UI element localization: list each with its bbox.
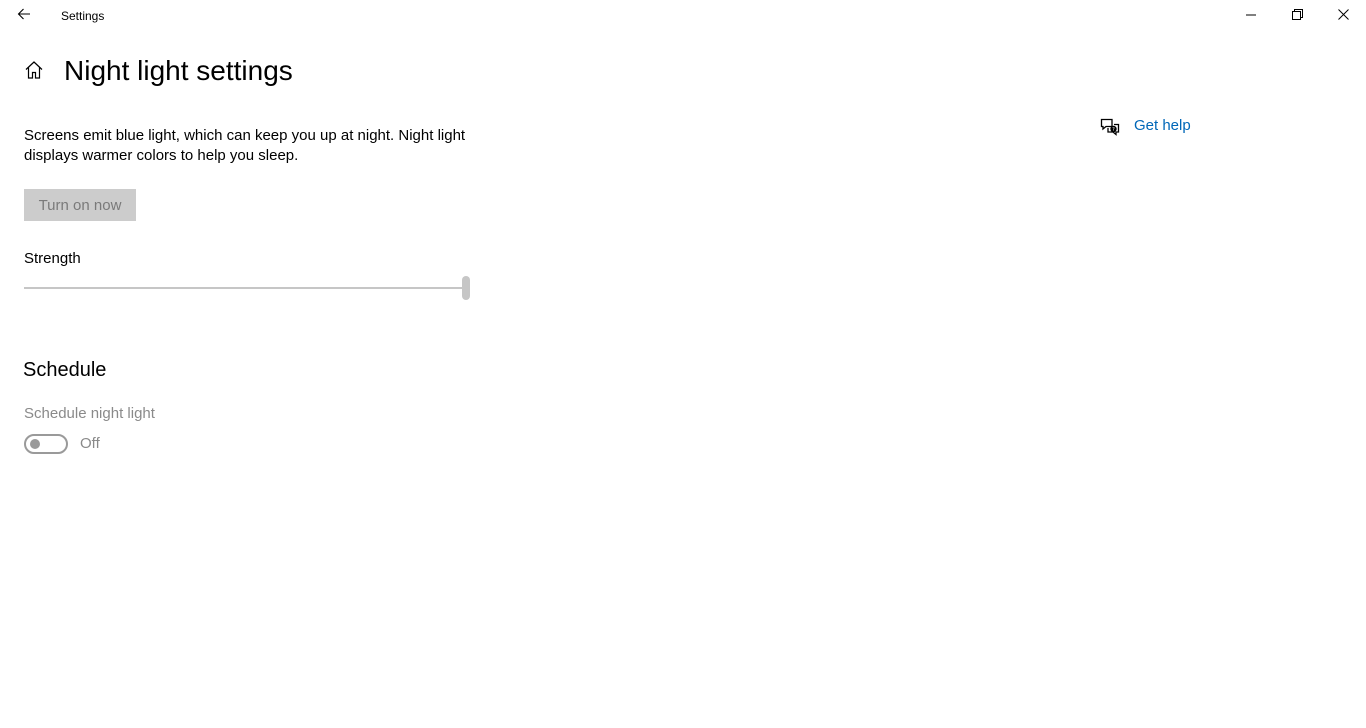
- get-help-link[interactable]: Get help: [1134, 117, 1191, 134]
- home-icon: [24, 60, 44, 85]
- toggle-state-label: Off: [80, 435, 100, 452]
- restore-icon: [1291, 7, 1303, 25]
- slider-track: [24, 287, 466, 289]
- schedule-heading: Schedule: [23, 359, 107, 381]
- back-button[interactable]: [0, 0, 48, 32]
- page-title: Night light settings: [64, 55, 293, 86]
- restore-button[interactable]: [1274, 0, 1320, 32]
- title-bar: Settings: [0, 0, 1366, 32]
- minimize-button[interactable]: [1228, 0, 1274, 32]
- strength-slider[interactable]: [24, 276, 470, 300]
- turn-on-now-button[interactable]: Turn on now: [24, 189, 136, 221]
- app-title: Settings: [61, 9, 105, 23]
- home-button[interactable]: [22, 60, 46, 84]
- strength-label: Strength: [24, 250, 81, 267]
- svg-text:?: ?: [1112, 127, 1115, 133]
- close-button[interactable]: [1320, 0, 1366, 32]
- slider-thumb[interactable]: [462, 276, 470, 300]
- schedule-night-light-label: Schedule night light: [24, 405, 155, 422]
- schedule-toggle[interactable]: [24, 434, 68, 454]
- minimize-icon: [1246, 7, 1256, 25]
- chat-help-icon[interactable]: ?: [1100, 117, 1120, 137]
- description-text: Screens emit blue light, which can keep …: [24, 127, 466, 164]
- toggle-knob: [30, 439, 40, 449]
- close-icon: [1337, 7, 1349, 25]
- back-arrow-icon: [17, 7, 31, 26]
